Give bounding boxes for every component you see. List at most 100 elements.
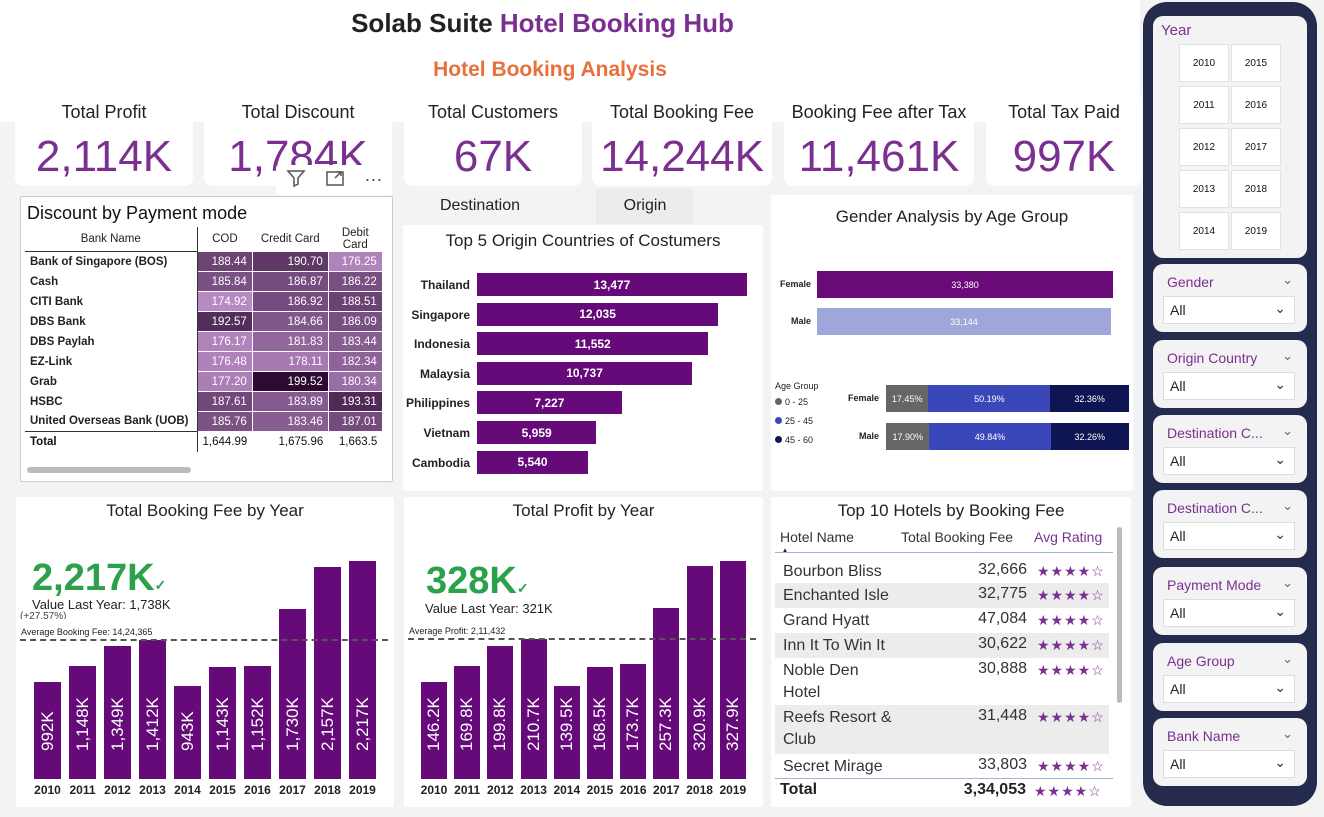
col-bank-name[interactable]: Bank Name <box>25 227 198 252</box>
year-bar[interactable]: 943K <box>174 686 201 779</box>
gender-bar[interactable]: 33,144 <box>817 308 1111 335</box>
more-options-icon[interactable]: ⋯ <box>364 170 382 191</box>
col-credit-card[interactable]: Credit Card <box>252 227 328 252</box>
year-bar[interactable]: 169.8K <box>454 666 481 779</box>
year-bar[interactable]: 139.5K <box>553 686 580 779</box>
hotel-row[interactable]: Enchanted Isle 32,775 ★★★★☆ <box>775 583 1109 608</box>
kpi-total-booking-fee[interactable]: Total Booking Fee 14,244K <box>592 92 772 186</box>
filter-icon[interactable] <box>286 168 306 193</box>
year-bar[interactable]: 1,143K <box>209 666 236 779</box>
kpi-booking-fee-after-tax[interactable]: Booking Fee after Tax 11,461K <box>784 92 974 186</box>
year-bar[interactable]: 992K <box>34 681 61 779</box>
hotel-row[interactable]: Bourbon Bliss 32,666 ★★★★☆ <box>775 559 1109 583</box>
year-bar[interactable]: 1,412K <box>139 640 166 779</box>
year-option-button[interactable]: 2019 <box>1231 212 1281 250</box>
gender-bar[interactable]: 33,380 <box>817 271 1113 298</box>
table-row[interactable]: Grab 177.20 199.52 180.34 <box>25 371 383 392</box>
year-bar[interactable]: 210.7K <box>520 638 547 779</box>
slicer-dropdown[interactable]: All ⌄ <box>1163 675 1295 703</box>
year-option-button[interactable]: 2011 <box>1179 86 1229 124</box>
bar[interactable]: 11,552 <box>477 332 709 356</box>
hotel-row[interactable]: Inn It To Win It 30,622 ★★★★☆ <box>775 633 1109 658</box>
slicer-dropdown[interactable]: All ⌄ <box>1163 372 1295 400</box>
year-bar[interactable]: 173.7K <box>620 663 647 779</box>
stacked-segment[interactable]: 49.84% <box>929 423 1051 450</box>
year-bar[interactable]: 327.9K <box>719 561 746 779</box>
stack-category-label: Male <box>858 431 879 441</box>
col-hotel-name[interactable]: Hotel Name <box>780 529 854 545</box>
year-option-button[interactable]: 2010 <box>1179 44 1229 82</box>
slicer-dropdown[interactable]: All ⌄ <box>1163 522 1295 550</box>
collapse-chevron-icon[interactable]: ⌄ <box>1282 651 1293 667</box>
bar[interactable]: 10,737 <box>477 361 693 385</box>
table-row[interactable]: United Overseas Bank (UOB) 185.76 183.46 18… <box>25 411 383 432</box>
legend-item[interactable]: 0 - 25 <box>775 397 808 407</box>
col-avg-rating[interactable]: Avg Rating <box>1034 529 1102 545</box>
bar[interactable]: 5,540 <box>477 450 588 474</box>
stacked-segment[interactable]: 17.90% <box>886 423 930 450</box>
hotel-row[interactable]: Secret Mirage 33,803 ★★★★☆ <box>775 754 1109 778</box>
year-bar[interactable]: 2,217K <box>349 561 376 779</box>
year-bar[interactable]: 1,148K <box>69 666 96 779</box>
bar[interactable]: 13,477 <box>477 273 747 296</box>
year-bar[interactable]: 1,730K <box>279 609 306 779</box>
year-bar[interactable]: 2,157K <box>314 567 341 779</box>
slicer-dropdown[interactable]: All ⌄ <box>1163 296 1295 324</box>
legend-item[interactable]: 45 - 60 <box>775 435 813 445</box>
stacked-segment[interactable]: 50.19% <box>928 385 1051 412</box>
col-debit-card[interactable]: Debit Card <box>328 227 382 252</box>
year-option-button[interactable]: 2014 <box>1179 212 1229 250</box>
kpi-total-customers[interactable]: Total Customers 67K <box>404 92 582 186</box>
year-bar[interactable]: 257.3K <box>653 607 680 779</box>
year-option-button[interactable]: 2013 <box>1179 170 1229 208</box>
year-option-button[interactable]: 2018 <box>1231 170 1281 208</box>
stacked-segment[interactable]: 32.26% <box>1050 423 1129 450</box>
table-row[interactable]: CITI Bank 174.92 186.92 188.51 <box>25 291 383 312</box>
col-cod[interactable]: COD <box>197 227 252 252</box>
col-total-booking-fee[interactable]: Total Booking Fee <box>901 529 1013 545</box>
collapse-chevron-icon[interactable]: ⌄ <box>1282 575 1293 591</box>
slicer-dropdown[interactable]: All ⌄ <box>1163 599 1295 627</box>
year-option-button[interactable]: 2017 <box>1231 128 1281 166</box>
table-row[interactable]: Bank of Singapore (BOS) 188.44 190.70 176.2… <box>25 251 383 272</box>
table-row[interactable]: DBS Paylah 176.17 181.83 183.44 <box>25 331 383 352</box>
horizontal-scrollbar[interactable] <box>27 467 191 473</box>
year-bar[interactable]: 1,152K <box>244 665 271 779</box>
kpi-total-profit[interactable]: Total Profit 2,114K <box>15 92 193 186</box>
collapse-chevron-icon[interactable]: ⌄ <box>1282 272 1293 288</box>
collapse-chevron-icon[interactable]: ⌄ <box>1282 726 1293 742</box>
slicer-value: All <box>1170 681 1186 697</box>
bar[interactable]: 7,227 <box>477 391 622 415</box>
hotel-row[interactable]: Grand Hyatt 47,084 ★★★★☆ <box>775 608 1109 633</box>
bar[interactable]: 12,035 <box>477 302 719 326</box>
collapse-chevron-icon[interactable]: ⌄ <box>1282 498 1293 514</box>
bar[interactable]: 5,959 <box>477 421 597 444</box>
year-bar[interactable]: 1,349K <box>104 646 131 779</box>
kpi-total-tax-paid[interactable]: Total Tax Paid 997K <box>986 92 1142 186</box>
table-row[interactable]: DBS Bank 192.57 184.66 186.09 <box>25 311 383 332</box>
table-row[interactable]: Cash 185.84 186.87 186.22 <box>25 271 383 292</box>
year-option-button[interactable]: 2012 <box>1179 128 1229 166</box>
year-option-button[interactable]: 2016 <box>1231 86 1281 124</box>
year-bar[interactable]: 146.2K <box>421 681 447 779</box>
slicer-dropdown[interactable]: All ⌄ <box>1163 750 1295 778</box>
year-bar[interactable]: 199.8K <box>487 646 514 779</box>
year-bar[interactable]: 168.5K <box>587 666 613 779</box>
vertical-scrollbar[interactable] <box>1117 527 1122 703</box>
slicer-dropdown[interactable]: All ⌄ <box>1163 447 1295 475</box>
tab-origin[interactable]: Origin <box>596 188 694 224</box>
legend-item[interactable]: 25 - 45 <box>775 416 813 426</box>
stacked-segment[interactable]: 17.45% <box>886 385 929 412</box>
year-option-button[interactable]: 2015 <box>1231 44 1281 82</box>
year-bar[interactable]: 320.9K <box>686 565 713 779</box>
focus-mode-icon[interactable] <box>325 168 345 193</box>
stacked-segment[interactable]: 32.36% <box>1050 385 1129 412</box>
collapse-chevron-icon[interactable]: ⌄ <box>1282 423 1293 439</box>
collapse-chevron-icon[interactable]: ⌄ <box>1282 348 1293 364</box>
tab-destination[interactable]: Destination <box>404 188 556 224</box>
hotel-row[interactable]: Noble Den Hotel 30,888 ★★★★☆ <box>775 658 1109 705</box>
hotel-row[interactable]: Reefs Resort & Club 31,448 ★★★★☆ <box>775 705 1109 754</box>
bank-name-cell: EZ-Link <box>25 351 198 372</box>
table-row[interactable]: HSBC 187.61 183.89 193.31 <box>25 391 383 412</box>
table-row[interactable]: EZ-Link 176.48 178.11 182.34 <box>25 351 383 372</box>
